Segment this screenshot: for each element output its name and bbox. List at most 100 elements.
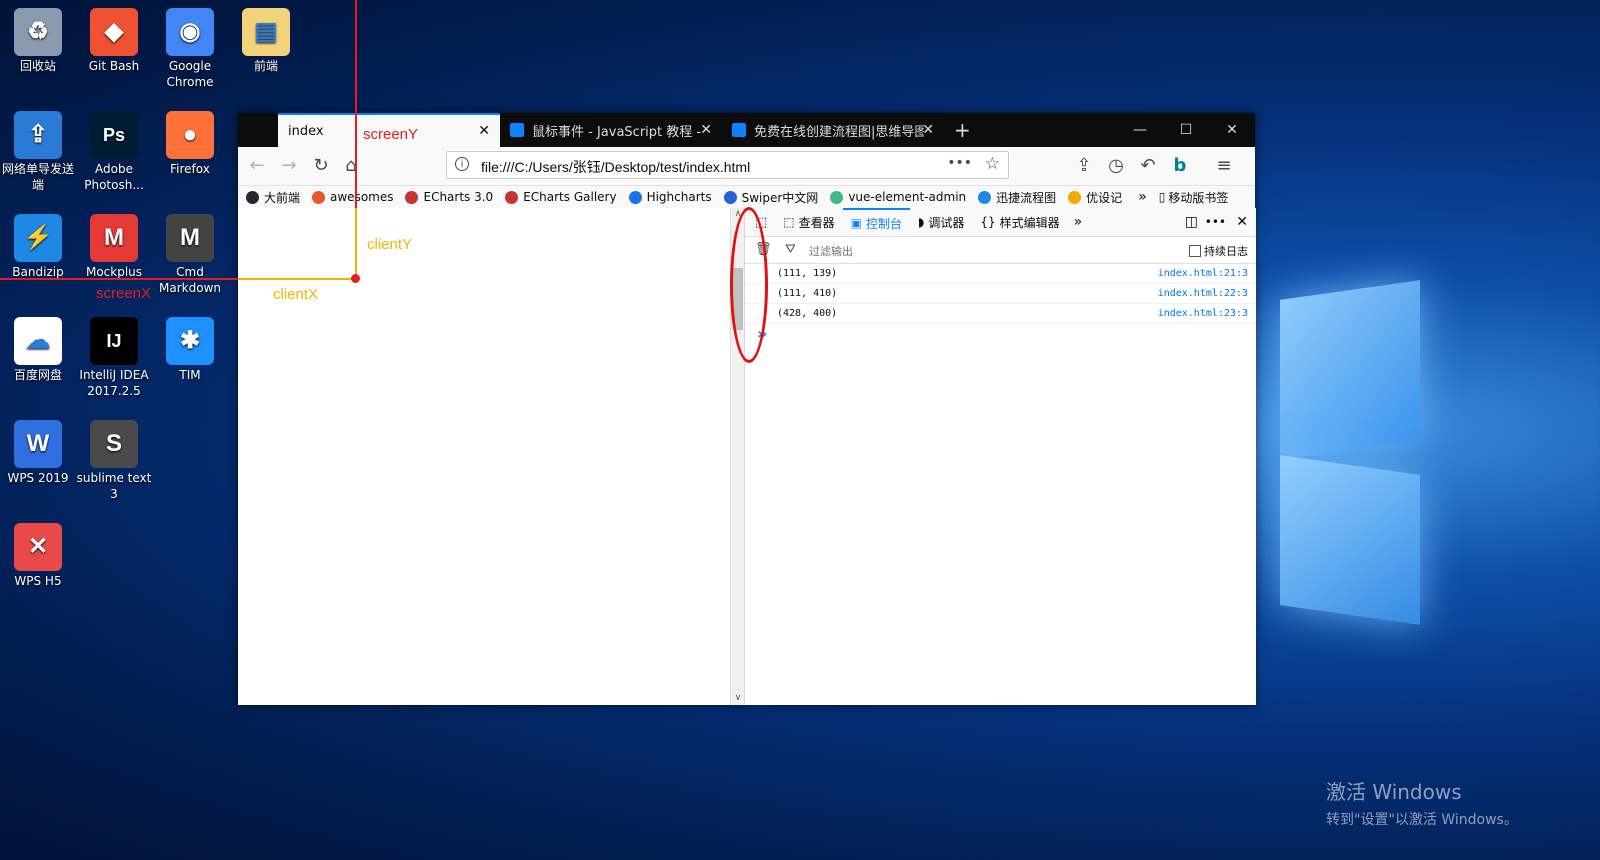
bookmark-item[interactable]: 迅捷流程图: [978, 189, 1056, 206]
desktop-shortcut[interactable]: ▤ 前端: [228, 8, 304, 74]
tab-mouse-events[interactable]: 鼠标事件 - JavaScript 教程 - F ✕: [500, 113, 722, 147]
bookmark-item[interactable]: vue-element-admin: [830, 190, 966, 204]
home-icon[interactable]: ⌂: [340, 155, 362, 177]
desktop-shortcut-label: Firefox: [170, 162, 210, 176]
desktop-shortcut[interactable]: M Mockplus: [76, 214, 152, 280]
devtools-tab[interactable]: ⬚ 查看器: [775, 208, 842, 236]
desktop-shortcut[interactable]: ● Firefox: [152, 111, 228, 177]
bookmark-favicon-icon: [978, 190, 992, 204]
library-icon[interactable]: ⇪: [1073, 155, 1095, 177]
bing-icon[interactable]: b: [1169, 155, 1191, 177]
bookmark-favicon-icon: [723, 190, 737, 204]
bookmark-item[interactable]: 大前端: [246, 189, 300, 206]
address-bar[interactable]: i file:///C:/Users/张钰/Desktop/test/index…: [446, 151, 1009, 179]
desktop-shortcut-label: Google Chrome: [166, 59, 214, 89]
desktop-shortcut-label: Adobe Photosh...: [84, 162, 144, 192]
reload-icon[interactable]: ↻: [310, 155, 332, 177]
page-actions-icon[interactable]: •••: [947, 155, 972, 171]
dock-icon[interactable]: ◫: [1185, 214, 1198, 230]
bookmarks-overflow-icon[interactable]: »: [1138, 189, 1147, 205]
devtools-tab[interactable]: ▣ 控制台: [842, 208, 911, 236]
wps-h5-icon: ✕: [14, 523, 62, 571]
desktop-shortcut[interactable]: M Cmd Markdown: [152, 214, 228, 296]
tab-close-icon[interactable]: ✕: [478, 123, 490, 139]
tab-close-icon[interactable]: ✕: [700, 122, 712, 138]
desktop-shortcut[interactable]: ⚡ Bandizip: [0, 214, 76, 280]
desktop-shortcut-label: 前端: [253, 59, 278, 73]
watermark-subtitle: 转到"设置"以激活 Windows。: [1326, 812, 1518, 828]
maximize-button[interactable]: ☐: [1163, 113, 1209, 147]
bandizip-icon: ⚡: [14, 214, 62, 262]
desktop-shortcut[interactable]: ✕ WPS H5: [0, 523, 76, 589]
desktop-shortcut[interactable]: ☁ 百度网盘: [0, 317, 76, 383]
tab-flowchart[interactable]: 免费在线创建流程图|思维导图 ✕: [722, 113, 944, 147]
persist-logs-toggle[interactable]: 持续日志: [1189, 243, 1248, 259]
filter-input[interactable]: 过滤输出: [809, 243, 853, 259]
console-log-row: (428, 400) index.html:23:3: [745, 304, 1256, 324]
log-source-link[interactable]: index.html:22:3: [1158, 288, 1248, 299]
desktop-shortcut-label: IntelliJ IDEA 2017.2.5: [79, 368, 149, 398]
bookmark-label: 优设记: [1086, 190, 1123, 205]
desktop-shortcut[interactable]: ♻ 回收站: [0, 8, 76, 74]
intellij-icon: IJ: [90, 317, 138, 365]
mobile-bookmarks[interactable]: ▯ 移动版书签: [1159, 189, 1229, 206]
desktop-shortcut[interactable]: W WPS 2019: [0, 420, 76, 486]
devtools-toolbar: ⬚ ⬚ 查看器 ▣ 控制台 ◗ 调试器{} 样式编辑器 » ◫ ••• ✕: [745, 208, 1256, 237]
undo-icon[interactable]: ↶: [1137, 155, 1159, 177]
desktop-shortcut[interactable]: IJ IntelliJ IDEA 2017.2.5: [76, 317, 152, 399]
devtools-menu-icon[interactable]: •••: [1205, 215, 1226, 229]
devtools-tab-label: 调试器: [928, 215, 965, 230]
info-icon[interactable]: i: [455, 157, 469, 171]
bookmark-star-icon[interactable]: ☆: [985, 154, 1000, 174]
log-source-link[interactable]: index.html:21:3: [1158, 268, 1248, 279]
mobile-bookmarks-label: 移动版书签: [1168, 190, 1229, 205]
console-output: (111, 139) index.html:21:3 (111, 410) index…: [745, 264, 1256, 324]
back-arrow-icon[interactable]: ←: [246, 155, 268, 177]
bookmark-item[interactable]: Highcharts: [628, 190, 712, 204]
desktop-shortcut-label: WPS H5: [14, 574, 62, 588]
console-log-row: (111, 139) index.html:21:3: [745, 264, 1256, 284]
desktop-shortcut[interactable]: ⇪ 网络单导发送端: [0, 111, 76, 193]
tab-close-icon[interactable]: ✕: [922, 122, 934, 138]
devtools-tab-label: 查看器: [798, 215, 835, 230]
bookmark-item[interactable]: 优设记: [1068, 189, 1122, 206]
bookmark-item[interactable]: ECharts Gallery: [505, 190, 617, 204]
forward-arrow-icon[interactable]: →: [278, 155, 300, 177]
log-message: (428, 400): [777, 308, 838, 319]
menu-icon[interactable]: ≡: [1213, 155, 1235, 177]
network-send-icon: ⇪: [14, 111, 62, 159]
console-input-row[interactable]: »: [745, 324, 1256, 350]
history-icon[interactable]: ◷: [1105, 155, 1127, 177]
tim-icon: ✱: [166, 317, 214, 365]
log-source-link[interactable]: index.html:23:3: [1158, 308, 1248, 319]
bookmark-label: Highcharts: [646, 190, 712, 204]
page-viewport[interactable]: [238, 208, 730, 705]
firefox-window: index ✕ 鼠标事件 - JavaScript 教程 - F ✕ 免费在线创…: [238, 113, 1256, 705]
devtools-overflow-icon[interactable]: »: [1074, 214, 1083, 230]
devtools-tab-label: 控制台: [866, 216, 903, 231]
persist-logs-checkbox[interactable]: [1189, 245, 1201, 257]
bookmark-item[interactable]: Swiper中文网: [723, 189, 818, 206]
desktop-shortcut[interactable]: Ps Adobe Photosh...: [76, 111, 152, 193]
minimize-button[interactable]: —: [1117, 113, 1163, 147]
close-window-button[interactable]: ✕: [1209, 113, 1255, 147]
bookmarks-bar: 大前端 awesomes ECharts 3.0 ECharts Gallery Hig…: [238, 186, 1255, 209]
desktop-shortcut-label: WPS 2019: [7, 471, 69, 485]
screenX-label: screenX: [96, 285, 152, 302]
bookmark-item[interactable]: awesomes: [312, 190, 393, 204]
scroll-down-icon[interactable]: ∨: [731, 693, 745, 703]
devtools-tab[interactable]: {} 样式编辑器: [972, 208, 1067, 236]
sublime-icon: S: [90, 420, 138, 468]
new-tab-button[interactable]: +: [944, 113, 984, 147]
devtools-close-icon[interactable]: ✕: [1236, 214, 1248, 230]
desktop-shortcut[interactable]: ◆ Git Bash: [76, 8, 152, 74]
screenY-label: screenY: [363, 126, 419, 143]
bookmark-favicon-icon: [628, 190, 642, 204]
desktop-shortcut[interactable]: Ssublime text 3: [76, 420, 152, 502]
bookmark-item[interactable]: ECharts 3.0: [405, 190, 493, 204]
url-text: file:///C:/Users/张钰/Desktop/test/index.h…: [481, 159, 751, 175]
desktop-shortcut[interactable]: ✱ TIM: [152, 317, 228, 383]
desktop-shortcut[interactable]: ◉ Google Chrome: [152, 8, 228, 90]
devtools-panel: ⬚ ⬚ 查看器 ▣ 控制台 ◗ 调试器{} 样式编辑器 » ◫ ••• ✕ 🗑 ⛛ 过滤输出…: [744, 208, 1256, 705]
devtools-tab[interactable]: ◗ 调试器: [910, 208, 972, 236]
